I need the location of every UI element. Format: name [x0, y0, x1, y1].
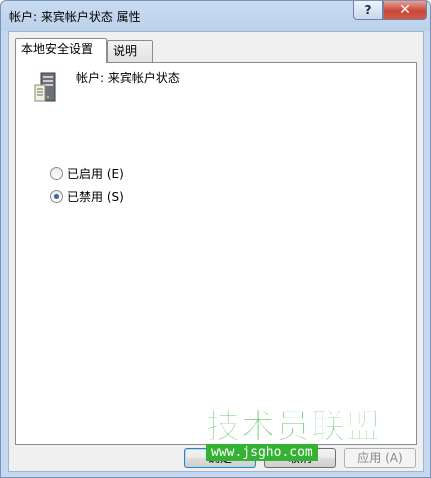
- close-button[interactable]: ✕: [383, 1, 427, 20]
- window-title: 帐户: 来宾帐户状态 属性: [9, 10, 141, 24]
- radio-enabled[interactable]: [50, 167, 63, 180]
- server-icon: [34, 72, 56, 102]
- option-enabled-label: 已启用 (E): [67, 167, 124, 181]
- watermark: 技术员联盟 www.jsgho.com: [206, 409, 391, 461]
- watermark-title: 技术员联盟: [206, 407, 381, 447]
- help-button[interactable]: ?: [353, 1, 383, 20]
- radio-disabled[interactable]: [50, 190, 63, 203]
- tab-local-security-setting[interactable]: 本地安全设置: [15, 38, 107, 63]
- watermark-url: www.jsgho.com: [206, 444, 318, 461]
- tab-panel: 帐户: 来宾帐户状态 已启用 (E) 已禁用 (S): [15, 62, 417, 445]
- tab-explain[interactable]: 说明: [107, 40, 153, 62]
- title-bar[interactable]: 帐户: 来宾帐户状态 属性 ? ✕: [1, 1, 430, 31]
- option-disabled-label: 已禁用 (S): [67, 190, 124, 204]
- properties-dialog: 帐户: 来宾帐户状态 属性 ? ✕ 本地安全设置 说明 帐户: 来宾帐户状态 已…: [0, 0, 431, 478]
- option-disabled[interactable]: 已禁用 (S): [50, 189, 124, 205]
- account-label: 帐户: 来宾帐户状态: [76, 71, 180, 85]
- option-enabled[interactable]: 已启用 (E): [50, 166, 124, 182]
- dialog-body: 本地安全设置 说明 帐户: 来宾帐户状态 已启用 (E) 已禁用 (S) 应用 …: [8, 31, 424, 472]
